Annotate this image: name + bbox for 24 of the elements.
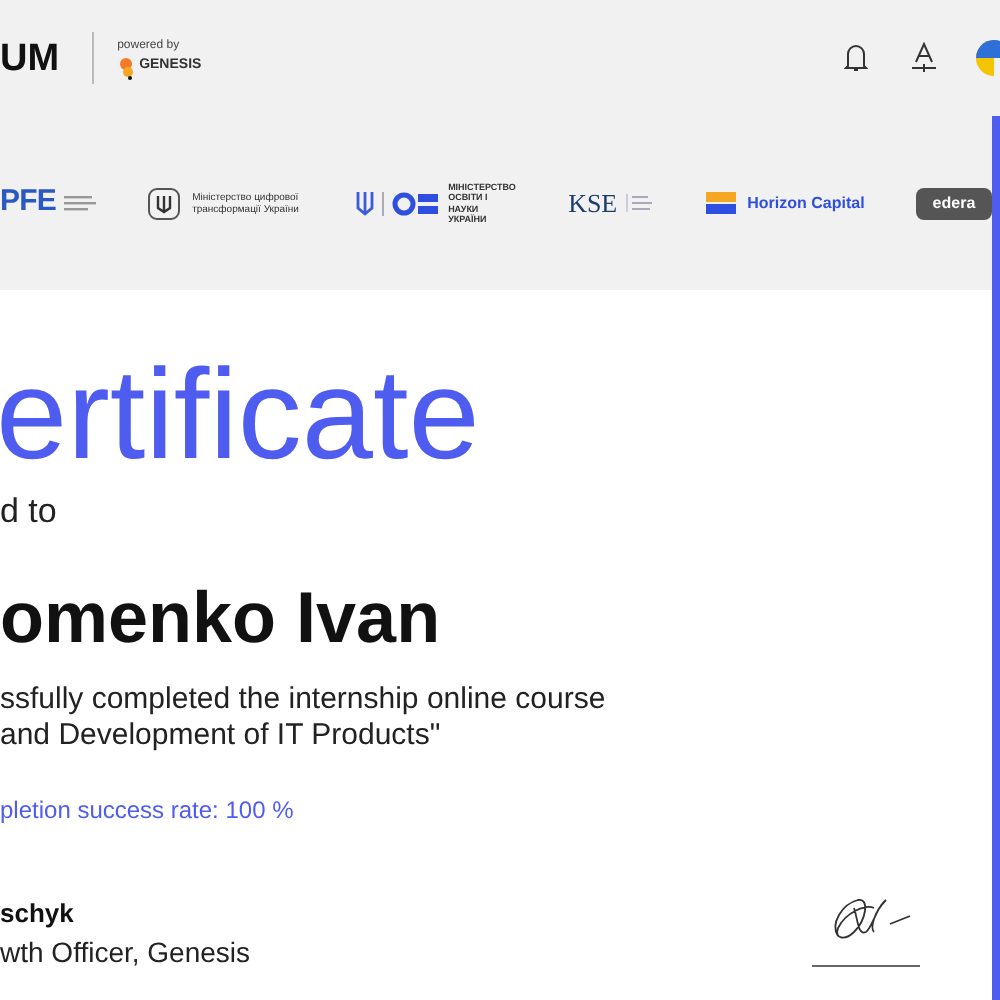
signer-name: schyk — [0, 895, 76, 932]
bell-icon[interactable] — [844, 42, 868, 74]
certificate-title: ertificate — [0, 350, 482, 478]
flag-icon[interactable] — [976, 40, 1000, 76]
logo-lines-icon — [625, 194, 654, 212]
scroll-bar[interactable] — [992, 116, 1000, 1000]
mon-logo-icon — [392, 191, 441, 215]
partner-logo-text: Horizon Capital — [747, 191, 865, 215]
logo-lines-icon — [64, 195, 97, 211]
partner-logo: edera — [916, 187, 992, 219]
trident-icon — [148, 187, 181, 219]
trident-icon — [356, 190, 375, 216]
course-text-line: ssfully completed the internship online course — [0, 681, 608, 717]
partner-logo-text: KSE — [568, 185, 618, 222]
success-rate: pletion success rate: 100 % — [0, 793, 296, 827]
text-size-icon[interactable] — [912, 42, 936, 74]
course-text-line: and Development of IT Products" — [0, 717, 443, 753]
recipient-name: omenko Ivan — [0, 577, 443, 657]
genesis-logo-icon — [117, 55, 136, 79]
partner-logo-text: PFE — [0, 182, 57, 223]
signer-role: wth Officer, Genesis — [0, 934, 253, 972]
app-logo: UM — [0, 39, 60, 77]
horizon-logo-icon — [705, 192, 736, 214]
awarded-label: d to — [0, 490, 59, 534]
